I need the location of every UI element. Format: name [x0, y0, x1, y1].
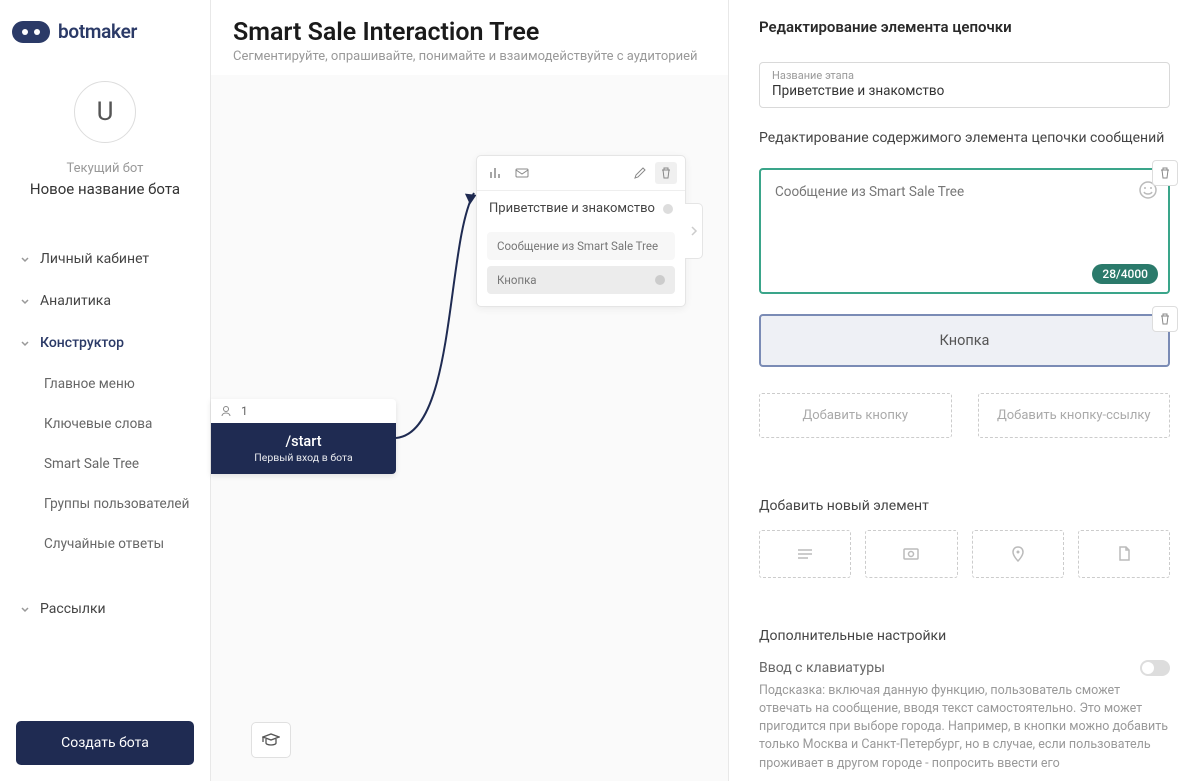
- logo[interactable]: botmaker: [0, 0, 210, 51]
- avatar[interactable]: U: [74, 81, 136, 143]
- page-title: Smart Sale Interaction Tree: [233, 18, 706, 47]
- element-row: [759, 530, 1170, 578]
- page-subtitle: Сегментируйте, опрашивайте, понимайте и …: [233, 49, 706, 64]
- start-node[interactable]: 1 /start Первый вход в бота: [211, 399, 396, 474]
- content-section-label: Редактирование содержимого элемента цепо…: [759, 130, 1170, 146]
- nav-sub-main-menu[interactable]: Главное меню: [0, 364, 210, 404]
- chain-toolbar: [477, 156, 685, 191]
- button-box-wrap: Кнопка: [759, 314, 1170, 367]
- chain-expand-button[interactable]: [685, 203, 703, 259]
- delete-button-button[interactable]: [1152, 306, 1178, 332]
- nav-sub-smart-sale[interactable]: Smart Sale Tree: [0, 444, 210, 484]
- add-element-heading: Добавить новый элемент: [759, 498, 1170, 514]
- nav-sub-keywords[interactable]: Ключевые слова: [0, 404, 210, 444]
- nav-label: Личный кабинет: [40, 251, 149, 267]
- chain-message-row[interactable]: Сообщение из Smart Sale Tree: [487, 232, 675, 260]
- sidebar: botmaker U Текущий бот Новое название бо…: [0, 0, 211, 781]
- chain-node-title: Приветствие и знакомство: [489, 201, 655, 216]
- chain-button-label: Кнопка: [497, 273, 537, 287]
- connector-dot-icon[interactable]: [655, 275, 665, 285]
- nav-label: Конструктор: [40, 335, 124, 351]
- stage-value: Приветствие и знакомство: [772, 83, 1157, 99]
- chevron-down-icon: [20, 254, 30, 264]
- delete-message-button[interactable]: [1152, 160, 1178, 186]
- bot-name: Новое название бота: [0, 180, 210, 198]
- message-input[interactable]: Сообщение из Smart Sale Tree 28/4000: [759, 168, 1170, 294]
- button-preview[interactable]: Кнопка: [759, 314, 1170, 367]
- start-node-count: 1: [241, 404, 248, 418]
- stage-name-field[interactable]: Название этапа Приветствие и знакомство: [759, 62, 1170, 108]
- trash-icon[interactable]: [655, 162, 677, 184]
- panel-title: Редактирование элемента цепочки: [759, 18, 1170, 36]
- current-bot-label: Текущий бот: [0, 161, 210, 176]
- right-panel: Редактирование элемента цепочки Название…: [728, 0, 1200, 781]
- nav-label: Рассылки: [40, 601, 106, 617]
- stage-label: Название этапа: [772, 69, 1157, 82]
- start-node-title: /start: [219, 433, 388, 450]
- add-button-button[interactable]: Добавить кнопку: [759, 393, 952, 438]
- mail-icon[interactable]: [511, 162, 533, 184]
- char-counter: 28/4000: [1092, 264, 1158, 284]
- nav-sub-user-groups[interactable]: Группы пользователей: [0, 484, 210, 524]
- chain-node-title-row: Приветствие и знакомство: [477, 191, 685, 226]
- chevron-down-icon: [20, 296, 30, 306]
- page-header: Smart Sale Interaction Tree Сегментируйт…: [211, 0, 728, 75]
- nav-item-analytics[interactable]: Аналитика: [0, 280, 210, 322]
- logo-text: botmaker: [58, 20, 137, 43]
- nav-item-mailings[interactable]: Рассылки: [0, 588, 210, 630]
- keyboard-input-toggle[interactable]: [1140, 660, 1170, 676]
- start-node-header: 1: [211, 399, 396, 423]
- nav-item-constructor[interactable]: Конструктор: [0, 322, 210, 364]
- create-bot-button[interactable]: Создать бота: [16, 721, 194, 765]
- message-text: Сообщение из Smart Sale Tree: [775, 184, 1154, 200]
- help-button[interactable]: [251, 722, 291, 758]
- add-text-element[interactable]: [759, 530, 851, 578]
- add-location-element[interactable]: [972, 530, 1064, 578]
- message-box-wrap: Сообщение из Smart Sale Tree 28/4000: [759, 168, 1170, 294]
- chart-icon[interactable]: [485, 162, 507, 184]
- additional-settings-heading: Дополнительные настройки: [759, 628, 1170, 644]
- edit-icon[interactable]: [629, 162, 651, 184]
- add-file-element[interactable]: [1078, 530, 1170, 578]
- connector-dot-icon[interactable]: [663, 204, 673, 214]
- add-link-button-button[interactable]: Добавить кнопку-ссылку: [978, 393, 1171, 438]
- chain-node[interactable]: Приветствие и знакомство Сообщение из Sm…: [476, 155, 686, 307]
- chevron-down-icon: [20, 604, 30, 614]
- hint-text: Подсказка: включая данную функцию, польз…: [759, 682, 1170, 773]
- add-buttons-row: Добавить кнопку Добавить кнопку-ссылку: [759, 393, 1170, 438]
- canvas[interactable]: 1 /start Первый вход в бота Приветствие …: [211, 75, 728, 776]
- canvas-area: Smart Sale Interaction Tree Сегментируйт…: [211, 0, 728, 781]
- logo-icon: [12, 21, 50, 43]
- start-node-subtitle: Первый вход в бота: [219, 451, 388, 464]
- start-node-body: /start Первый вход в бота: [211, 423, 396, 474]
- nav-item-cabinet[interactable]: Личный кабинет: [0, 238, 210, 280]
- users-icon: [221, 405, 235, 417]
- add-photo-element[interactable]: [865, 530, 957, 578]
- connector-line: [396, 183, 486, 463]
- nav-sub-random-answers[interactable]: Случайные ответы: [0, 524, 210, 564]
- keyboard-input-label: Ввод с клавиатуры: [759, 660, 885, 676]
- nav: Личный кабинет Аналитика Конструктор Гла…: [0, 218, 210, 705]
- user-block: U Текущий бот Новое название бота: [0, 51, 210, 218]
- chain-button-row[interactable]: Кнопка: [487, 266, 675, 294]
- keyboard-input-setting: Ввод с клавиатуры: [759, 660, 1170, 676]
- chevron-down-icon: [20, 338, 30, 348]
- nav-label: Аналитика: [40, 293, 111, 309]
